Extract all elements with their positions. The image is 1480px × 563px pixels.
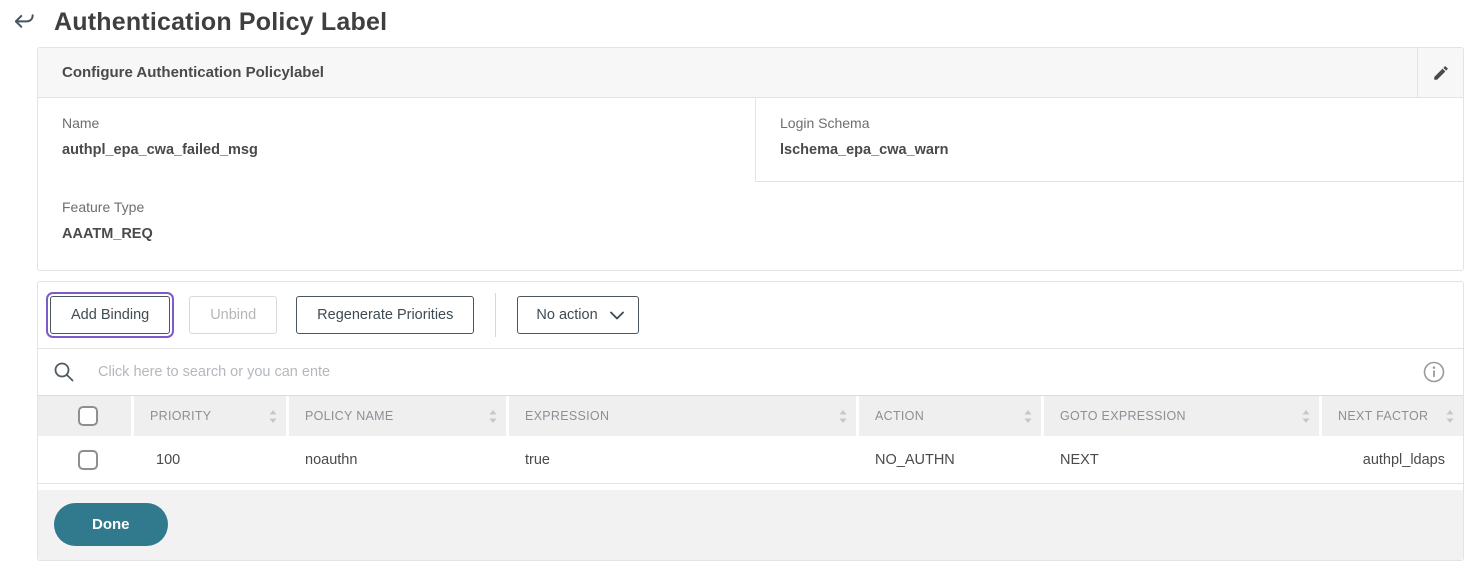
sort-icon[interactable] <box>1446 410 1454 423</box>
done-button[interactable]: Done <box>54 503 168 546</box>
table-row[interactable]: 100 noauthn true NO_AUTHN NEXT authpl_ld… <box>38 436 1463 484</box>
field-login-schema-value: lschema_epa_cwa_warn <box>780 142 1439 158</box>
unbind-button[interactable]: Unbind <box>189 296 277 335</box>
sort-icon[interactable] <box>1024 410 1032 423</box>
select-all-checkbox[interactable] <box>78 406 98 426</box>
page-title: Authentication Policy Label <box>54 8 387 37</box>
cell-expression: true <box>509 452 856 468</box>
toolbar-divider <box>495 293 496 337</box>
field-name-label: Name <box>62 115 731 131</box>
table-header: PRIORITY POLICY NAME EXPRESSION ACTION G… <box>38 396 1463 436</box>
back-button[interactable] <box>10 9 38 37</box>
field-feature-type-label: Feature Type <box>62 199 732 215</box>
column-header-goto-expression[interactable]: GOTO EXPRESSION <box>1044 396 1319 436</box>
column-label: EXPRESSION <box>525 409 609 423</box>
regenerate-priorities-button[interactable]: Regenerate Priorities <box>296 296 474 335</box>
add-binding-button[interactable]: Add Binding <box>50 296 170 335</box>
sort-icon[interactable] <box>839 410 847 423</box>
chevron-down-icon <box>610 311 624 320</box>
sort-icon[interactable] <box>269 410 277 423</box>
sort-icon[interactable] <box>1302 410 1310 423</box>
field-login-schema-label: Login Schema <box>780 115 1439 131</box>
page-header: Authentication Policy Label <box>0 0 1480 47</box>
column-header-action[interactable]: ACTION <box>859 396 1041 436</box>
column-label: NEXT FACTOR <box>1338 409 1428 423</box>
column-header-priority[interactable]: PRIORITY <box>134 396 286 436</box>
search-bar <box>38 349 1463 396</box>
field-name-value: authpl_epa_cwa_failed_msg <box>62 142 731 158</box>
config-panel-title: Configure Authentication Policylabel <box>38 64 1417 81</box>
row-select-cell <box>38 450 131 470</box>
search-icon <box>52 360 76 384</box>
field-feature-type-value: AAATM_REQ <box>62 226 732 242</box>
row-checkbox[interactable] <box>78 450 98 470</box>
field-name: Name authpl_epa_cwa_failed_msg <box>38 98 756 182</box>
bindings-panel: Add Binding Unbind Regenerate Priorities… <box>37 281 1464 561</box>
search-input[interactable] <box>98 364 1401 380</box>
empty-cell <box>756 182 1463 270</box>
back-arrow-icon <box>11 10 37 36</box>
column-label: ACTION <box>875 409 924 423</box>
pencil-icon <box>1432 64 1450 82</box>
panel-footer: Done <box>38 490 1463 560</box>
action-dropdown-label: No action <box>536 308 597 323</box>
bindings-toolbar: Add Binding Unbind Regenerate Priorities… <box>38 282 1463 349</box>
select-all-cell <box>38 396 131 436</box>
field-login-schema: Login Schema lschema_epa_cwa_warn <box>756 98 1463 182</box>
cell-next-factor: authpl_ldaps <box>1322 452 1463 468</box>
field-feature-type: Feature Type AAATM_REQ <box>38 182 756 270</box>
config-panel-header: Configure Authentication Policylabel <box>38 48 1463 98</box>
column-label: PRIORITY <box>150 409 211 423</box>
info-icon[interactable] <box>1423 361 1445 383</box>
column-label: GOTO EXPRESSION <box>1060 409 1186 423</box>
column-header-expression[interactable]: EXPRESSION <box>509 396 856 436</box>
action-dropdown[interactable]: No action <box>517 296 638 335</box>
cell-policy-name: noauthn <box>289 452 506 468</box>
column-header-policy-name[interactable]: POLICY NAME <box>289 396 506 436</box>
sort-icon[interactable] <box>489 410 497 423</box>
column-header-next-factor[interactable]: NEXT FACTOR <box>1322 396 1463 436</box>
cell-priority: 100 <box>134 452 286 468</box>
cell-action: NO_AUTHN <box>859 452 1041 468</box>
edit-button[interactable] <box>1417 48 1463 97</box>
cell-goto-expression: NEXT <box>1044 452 1319 468</box>
column-label: POLICY NAME <box>305 409 394 423</box>
config-panel: Configure Authentication Policylabel Nam… <box>37 47 1464 271</box>
config-fields: Name authpl_epa_cwa_failed_msg Login Sch… <box>38 98 1463 270</box>
